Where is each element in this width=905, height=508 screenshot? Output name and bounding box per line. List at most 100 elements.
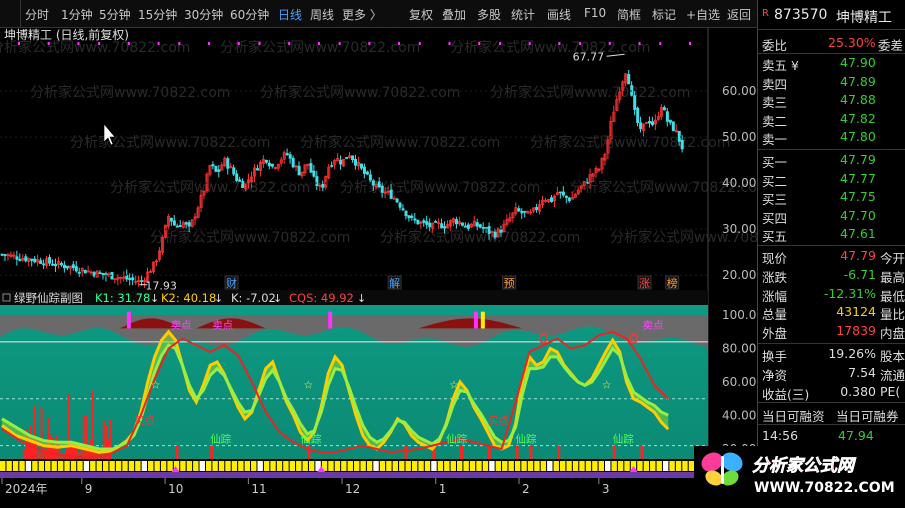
candle-body [101,272,105,276]
candle-body [3,254,7,256]
toolbar-btn-0[interactable]: 复权 [409,6,433,23]
sell-label: 卖点 [212,319,233,331]
price-tick-label: 20.00 [722,268,756,282]
watermark-layer: 分析家公式网www.70822.com 分析家公式网www.70822.com 分析… [0,39,757,246]
signal-strip-cell [579,461,585,471]
candle-body [226,158,230,169]
signal-strip-cell [83,461,90,471]
toolbar-tab-6[interactable]: 日线 [278,6,302,23]
price-tick-label: 30.00 [722,222,756,236]
toolbar-btn-3[interactable]: 统计 [511,6,535,23]
candle-body [184,222,188,225]
signal-strip-cell [650,461,656,471]
signal-bar [175,445,179,459]
watermark-text: 分析家公式网www.70822.com [490,84,690,101]
signal-strip-cell [283,461,289,471]
signal-strip-cell [637,461,643,471]
candle-body [256,168,260,171]
candle-body [651,121,655,126]
toolbar-btn-9[interactable]: 返回 [727,6,751,23]
signal-strip-cell [572,461,579,471]
candle-body [455,219,459,225]
candle-body [309,163,313,173]
signal-strip-cell [308,461,315,471]
signal-strip-cell [360,461,366,471]
watermark-text: 分析家公式网www.70822.com [30,84,230,101]
price-tick-label: 40.00 [722,176,756,190]
stat2-extra-label: 股本 [880,349,905,364]
candle-body [401,208,405,211]
toolbar-btn-7[interactable]: 标记 [652,6,676,23]
signal-strip-cell [354,461,360,471]
signal-strip-cell [334,461,341,471]
candle-body [365,171,369,175]
chart-area[interactable]: 坤博精工 (日线,前复权) 分析家公式网www.70822.com 分析家公式网w… [0,27,757,504]
toolbar-btn-8[interactable]: +自选 [686,6,720,23]
toolbar-tab-4[interactable]: 30分钟 [184,6,223,23]
toolbar-tab-1[interactable]: 1分钟 [61,6,93,23]
date-label: 9 [85,482,93,496]
candle-body [74,266,78,272]
toolbar-tab-2[interactable]: 5分钟 [99,6,131,23]
signal-strip-cell [566,461,572,471]
signal-bar [515,445,519,459]
signal-strip-cell [212,461,218,471]
candle-body [169,217,173,222]
toolbar-btn-6[interactable]: 简框 [617,6,641,23]
candle-body [484,227,488,229]
signal-strip-cell [205,461,212,471]
signal-dot [398,42,401,45]
triangle-marker [629,466,638,472]
toolbar-btn-2[interactable]: 多股 [477,6,501,23]
toolbar-tab-0[interactable]: 分时 [25,6,49,23]
signal-dot [448,42,451,45]
signal-dot [338,42,341,45]
candle-body [380,185,384,193]
price-tick-label: 60.00 [722,84,756,98]
signal-strip-cell [592,461,598,471]
signal-strip-cell [231,461,238,471]
toolbar-tab-7[interactable]: 周线 [310,6,334,23]
toolbar-tab-3[interactable]: 15分钟 [138,6,177,23]
stat2-extra-label: PE( [880,383,901,399]
arrow-down-icon: ↓ [273,292,282,305]
signal-strip-cell [450,461,456,471]
signal-strip-cell [502,461,508,471]
candle-body [434,221,438,223]
star-icon: ☆ [602,379,612,392]
signal-bar [307,445,311,459]
xianzong-label: 仙踪 [446,432,467,445]
candle-body [33,258,37,263]
toolbar-tab-8[interactable]: 更多 〉 [342,6,382,23]
signal-strip-cell [553,461,559,471]
signal-bar [38,453,41,459]
candle-body [77,271,81,274]
candle-body [410,215,414,218]
toolbar-btn-4[interactable]: 画线 [547,6,571,23]
signal-strip-cell [669,461,675,471]
signal-dot [157,42,160,45]
toolbar-btn-1[interactable]: 叠加 [442,6,466,23]
candle-body [648,120,652,124]
signal-strip-cell [57,461,64,471]
candle-body [460,222,464,226]
candle-body [92,272,96,277]
candle-body [128,277,132,280]
candle-body [39,260,43,264]
toolbar-btn-5[interactable]: F10 [584,6,606,20]
tick-time: 14:56 [762,428,799,443]
signal-dot [178,42,181,45]
price-chart: 67.7717.93 [0,42,691,293]
sell-level-label: 卖五 ¥ [762,58,799,73]
candle-body [18,259,22,261]
signal-strip-cell [141,461,148,471]
signal-strip-cell [508,461,514,471]
toolbar-tab-5[interactable]: 60分钟 [230,6,269,23]
signal-strip-cell [199,461,205,471]
candle-body [339,159,343,165]
candle-body [362,166,366,174]
candle-body [125,274,129,280]
buy-level-label: 买二 [762,173,788,189]
indicator-header: 绿野仙踪副图 K1: 31.78 K2: 40.18 K: -7.02 CQS: 49.… [0,290,708,305]
indicator-axis: 20.0040.0060.0080.00100.0 [722,308,756,456]
